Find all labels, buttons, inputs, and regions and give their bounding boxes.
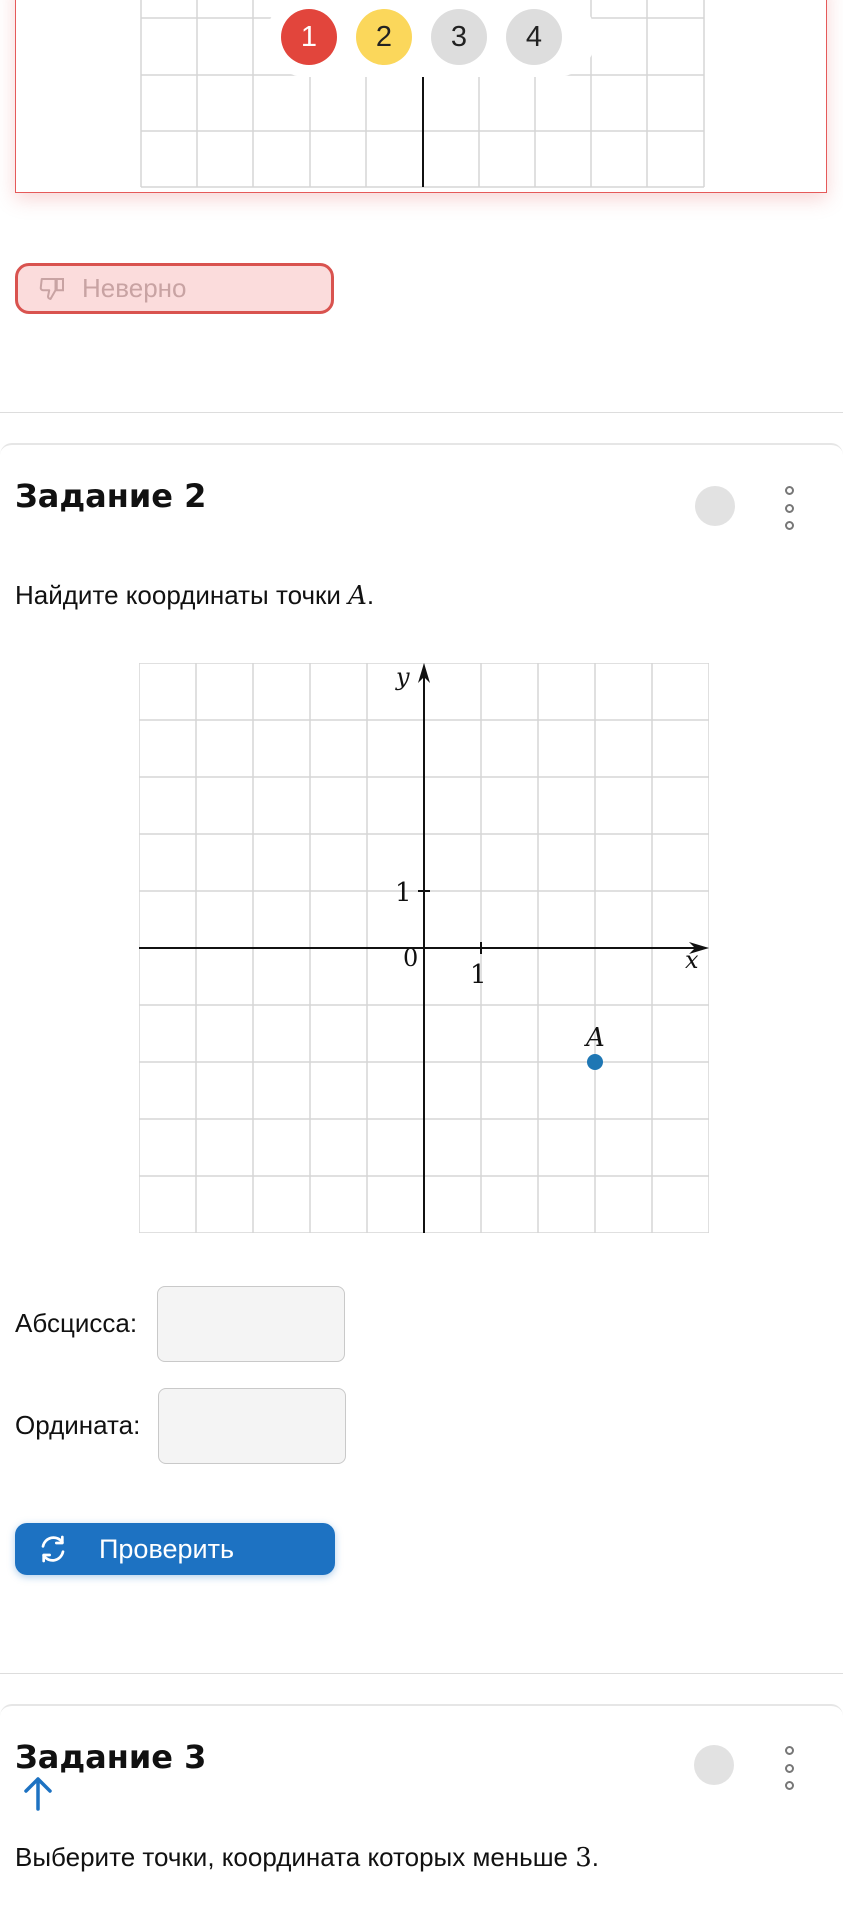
card-divider: [0, 412, 843, 413]
incorrect-label: Неверно: [82, 273, 187, 303]
x-axis-label: x: [685, 946, 699, 974]
coordinate-plane: y x 0 1 1 A: [139, 663, 709, 1233]
task3-title: Задание 3: [15, 1738, 207, 1776]
point-a-marker: [587, 1054, 603, 1070]
task3-prompt: Выберите точки, координата которых меньш…: [15, 1842, 600, 1873]
task3-more-menu-icon[interactable]: [779, 1746, 799, 1790]
y-unit-label: 1: [395, 878, 412, 908]
point-a-label: A: [584, 1023, 605, 1053]
task3-status-indicator: [694, 1745, 734, 1785]
task2-prompt-variable: A: [348, 581, 367, 611]
task2-more-menu-icon[interactable]: [779, 486, 799, 530]
y-axis-label: y: [395, 663, 410, 691]
abscissa-label: Абсцисса:: [15, 1308, 138, 1338]
incorrect-result-button[interactable]: Неверно: [15, 263, 334, 314]
task2-status-indicator: [695, 486, 735, 526]
task2-title: Задание 2: [15, 477, 207, 515]
attempt-pill-2[interactable]: 2: [356, 9, 412, 65]
thumbs-down-icon: [39, 278, 64, 300]
origin-label: 0: [403, 944, 418, 972]
attempt-pill-4[interactable]: 4: [506, 9, 562, 65]
ordinate-input[interactable]: [158, 1388, 346, 1464]
card-divider: [0, 1673, 843, 1674]
refresh-icon: [41, 1535, 65, 1563]
scroll-to-top-arrow-icon[interactable]: [18, 1773, 58, 1813]
previous-task-graph-card: 1 2 3 4: [15, 0, 827, 193]
task3-card-edge: [0, 1704, 843, 1716]
x-unit-label: 1: [470, 960, 487, 990]
attempt-pill-1[interactable]: 1: [281, 9, 337, 65]
attempt-pill-3[interactable]: 3: [431, 9, 487, 65]
task3-prompt-number: 3: [575, 1843, 592, 1873]
attempt-pills: 1 2 3 4: [266, 0, 596, 77]
check-answer-button[interactable]: Проверить: [15, 1523, 335, 1575]
task2-card-edge: [0, 443, 843, 455]
task2-prompt: Найдите координаты точки A.: [15, 580, 375, 611]
abscissa-input[interactable]: [157, 1286, 345, 1362]
ordinate-label: Ордината:: [15, 1410, 141, 1440]
check-answer-label: Проверить: [99, 1533, 235, 1564]
